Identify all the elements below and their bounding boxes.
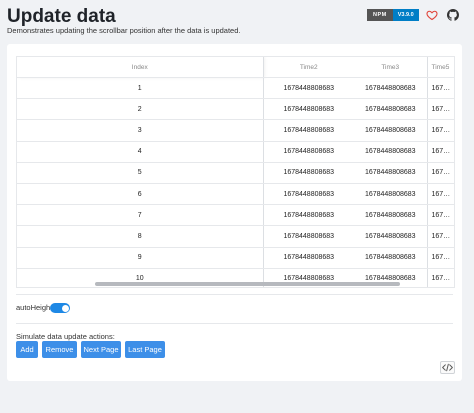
divider	[16, 294, 453, 295]
table-cell: 167…	[426, 141, 454, 163]
table-row[interactable]: 8 1678448808683 1678448808683 167…	[17, 225, 454, 248]
table-cell: 1678448808683	[354, 141, 427, 163]
table-cell: 1678448808683	[263, 204, 354, 227]
heart-icon[interactable]	[426, 9, 438, 21]
toggle-knob	[61, 304, 69, 312]
demo-card: Index Time2 Time3 Time5 1 1678448808683 16…	[7, 44, 462, 381]
table-cell: 1678448808683	[354, 247, 427, 269]
table-cell: 167…	[426, 183, 454, 206]
table-cell: 167…	[426, 98, 454, 121]
horizontal-scrollbar[interactable]	[17, 281, 454, 287]
table-cell: 1678448808683	[354, 225, 427, 248]
table-cell: 167…	[426, 247, 454, 269]
table-cell: 167…	[426, 77, 454, 100]
table-row[interactable]: 9 1678448808683 1678448808683 167…	[17, 247, 454, 269]
table-cell: 1678448808683	[263, 119, 354, 142]
divider	[16, 323, 453, 324]
table-cell: 1678448808683	[263, 98, 354, 121]
code-icon[interactable]	[440, 361, 455, 374]
table-cell: 7	[17, 204, 264, 227]
table-row[interactable]: 3 1678448808683 1678448808683 167…	[17, 119, 454, 142]
npm-version-badge[interactable]: NPM V3.9.0	[367, 9, 419, 21]
page-title: Update data	[7, 6, 116, 27]
table-cell: 3	[17, 119, 264, 142]
data-table[interactable]: Index Time2 Time3 Time5 1 1678448808683 16…	[16, 56, 455, 288]
column-header-time5[interactable]: Time5	[426, 57, 454, 78]
autoheight-toggle[interactable]	[50, 303, 70, 313]
page-description: Demonstrates updating the scrollbar posi…	[7, 26, 241, 35]
table-row[interactable]: 2 1678448808683 1678448808683 167…	[17, 98, 454, 121]
table-row[interactable]: 7 1678448808683 1678448808683 167…	[17, 204, 454, 227]
npm-badge-version: V3.9.0	[392, 9, 419, 21]
table-cell: 167…	[426, 225, 454, 248]
table-cell: 1678448808683	[263, 247, 354, 269]
column-header-time2[interactable]: Time2	[263, 57, 354, 78]
table-cell: 6	[17, 183, 264, 206]
table-cell: 167…	[426, 204, 454, 227]
table-row[interactable]: 5 1678448808683 1678448808683 167…	[17, 162, 454, 184]
table-cell: 1678448808683	[263, 141, 354, 163]
table-cell: 5	[17, 162, 264, 184]
table-cell: 1678448808683	[263, 162, 354, 184]
table-row[interactable]: 6 1678448808683 1678448808683 167…	[17, 183, 454, 206]
table-cell: 1678448808683	[354, 119, 427, 142]
table-cell: 1678448808683	[263, 183, 354, 206]
last-page-button[interactable]: Last Page	[125, 341, 165, 358]
table-cell: 167…	[426, 119, 454, 142]
table-cell: 1	[17, 77, 264, 100]
table-header-row: Index Time2 Time3 Time5	[17, 57, 454, 78]
table-cell: 8	[17, 225, 264, 248]
table-cell: 1678448808683	[354, 98, 427, 121]
table-cell: 167…	[426, 162, 454, 184]
github-icon[interactable]	[447, 9, 459, 21]
add-button[interactable]: Add	[16, 341, 38, 358]
table-cell: 2	[17, 98, 264, 121]
table-cell: 1678448808683	[354, 162, 427, 184]
table-cell: 4	[17, 141, 264, 163]
table-cell: 9	[17, 247, 264, 269]
table-row[interactable]: 4 1678448808683 1678448808683 167…	[17, 141, 454, 163]
scrollbar-thumb[interactable]	[95, 282, 400, 286]
table-cell: 1678448808683	[263, 77, 354, 100]
next-page-button[interactable]: Next Page	[81, 341, 121, 358]
table-cell: 1678448808683	[354, 204, 427, 227]
column-header-index[interactable]: Index	[17, 57, 264, 78]
table-cell: 1678448808683	[354, 183, 427, 206]
table-cell: 1678448808683	[354, 77, 427, 100]
autoheight-label: autoHeight:	[16, 303, 55, 312]
column-header-time3[interactable]: Time3	[354, 57, 427, 78]
table-cell: 1678448808683	[263, 225, 354, 248]
remove-button[interactable]: Remove	[42, 341, 77, 358]
npm-badge-label: NPM	[367, 9, 393, 21]
simulate-actions-label: Simulate data update actions:	[16, 332, 115, 341]
table-row[interactable]: 1 1678448808683 1678448808683 167…	[17, 77, 454, 100]
